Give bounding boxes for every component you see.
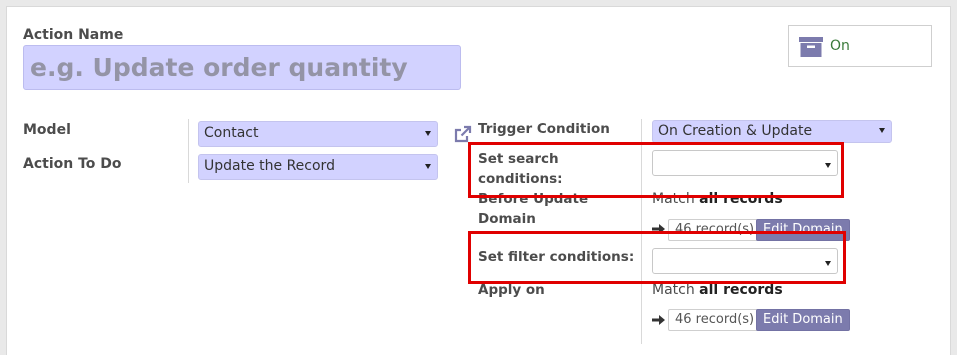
action-to-do-select[interactable]: Update the Record [198, 154, 438, 180]
active-toggle-button[interactable]: On [788, 25, 932, 67]
model-select[interactable]: Contact [198, 121, 438, 147]
caret-down-icon [879, 128, 885, 133]
model-label: Model [23, 122, 71, 138]
model-select-value: Contact [204, 125, 259, 141]
external-link-icon[interactable] [453, 124, 473, 144]
arrow-right-icon [652, 315, 665, 325]
action-to-do-label: Action To Do [23, 156, 122, 172]
action-name-label: Action Name [23, 27, 124, 43]
trigger-condition-select[interactable]: On Creation & Update [652, 120, 892, 143]
archive-icon [799, 37, 823, 57]
field-separator [188, 119, 189, 183]
action-to-do-select-value: Update the Record [204, 158, 335, 174]
trigger-condition-label: Trigger Condition [478, 121, 610, 137]
search-conditions-highlight [468, 142, 844, 198]
apply-on-record-count-button[interactable]: 46 record(s) [668, 309, 762, 331]
active-status-text: On [830, 38, 850, 54]
caret-down-icon [425, 131, 431, 136]
apply-on-edit-domain-button[interactable]: Edit Domain [756, 309, 850, 331]
form-sheet: Action Name On Model Action To Do Contac… [6, 6, 951, 355]
caret-down-icon [425, 164, 431, 169]
trigger-condition-select-value: On Creation & Update [658, 123, 813, 139]
match-prefix: Match [652, 282, 695, 298]
action-name-input[interactable] [23, 45, 461, 90]
filter-conditions-highlight [468, 231, 846, 284]
before-update-label-line2: Domain [478, 211, 536, 227]
match-scope: all records [699, 282, 783, 298]
